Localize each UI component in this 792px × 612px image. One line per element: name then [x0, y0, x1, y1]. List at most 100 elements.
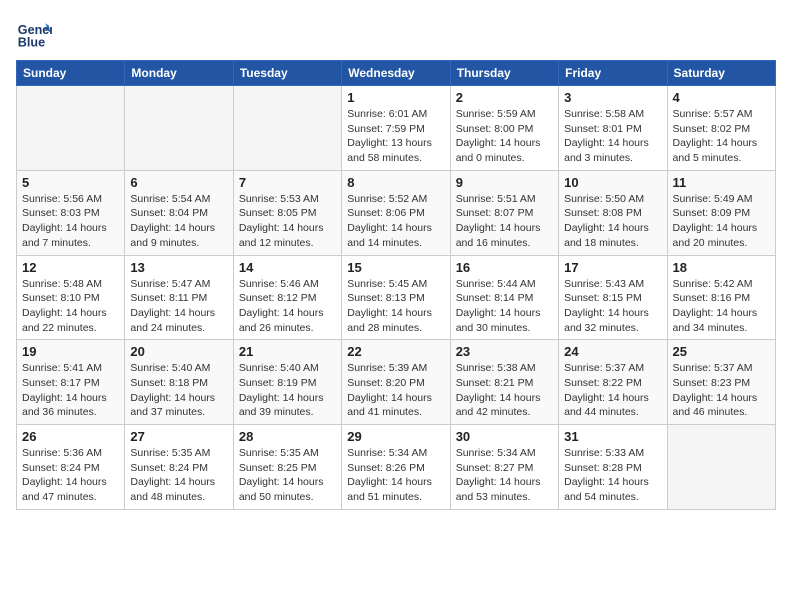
- calendar-cell: 2 Sunrise: 5:59 AM Sunset: 8:00 PM Daylig…: [450, 86, 558, 171]
- day-info: Sunrise: 5:37 AM Sunset: 8:23 PM Dayligh…: [673, 361, 770, 420]
- calendar-cell: 31Sunrise: 5:33 AM Sunset: 8:28 PM Dayli…: [559, 425, 667, 510]
- calendar-cell: 22 Sunrise: 5:39 AM Sunset: 8:20 PM Dayli…: [342, 340, 450, 425]
- calendar-cell: 6 Sunrise: 5:54 AM Sunset: 8:04 PM Daylig…: [125, 170, 233, 255]
- day-info: Sunrise: 6:01 AM Sunset: 7:59 PM Dayligh…: [347, 107, 444, 166]
- calendar-cell: [233, 86, 341, 171]
- day-info: Sunrise: 5:35 AM Sunset: 8:24 PM Dayligh…: [130, 446, 227, 505]
- calendar-cell: 28 Sunrise: 5:35 AM Sunset: 8:25 PM Dayli…: [233, 425, 341, 510]
- day-info: Sunrise: 5:42 AM Sunset: 8:16 PM Dayligh…: [673, 277, 770, 336]
- day-info: Sunrise: 5:35 AM Sunset: 8:25 PM Dayligh…: [239, 446, 336, 505]
- day-info: Sunrise: 5:47 AM Sunset: 8:11 PM Dayligh…: [130, 277, 227, 336]
- day-info: Sunrise: 5:37 AM Sunset: 8:22 PM Dayligh…: [564, 361, 661, 420]
- weekday-header-row: SundayMondayTuesdayWednesdayThursdayFrid…: [17, 61, 776, 86]
- calendar-cell: 16 Sunrise: 5:44 AM Sunset: 8:14 PM Dayli…: [450, 255, 558, 340]
- day-number: 28: [239, 429, 336, 444]
- day-number: 7: [239, 175, 336, 190]
- page-header: General Blue: [16, 16, 776, 52]
- day-info: Sunrise: 5:57 AM Sunset: 8:02 PM Dayligh…: [673, 107, 770, 166]
- day-number: 31: [564, 429, 661, 444]
- calendar-cell: 26 Sunrise: 5:36 AM Sunset: 8:24 PM Dayli…: [17, 425, 125, 510]
- day-number: 3: [564, 90, 661, 105]
- day-info: Sunrise: 5:56 AM Sunset: 8:03 PM Dayligh…: [22, 192, 119, 251]
- day-number: 1: [347, 90, 444, 105]
- calendar-cell: 27 Sunrise: 5:35 AM Sunset: 8:24 PM Dayli…: [125, 425, 233, 510]
- calendar-cell: 15Sunrise: 5:45 AM Sunset: 8:13 PM Dayli…: [342, 255, 450, 340]
- svg-text:Blue: Blue: [18, 36, 45, 50]
- calendar-week-row: 19 Sunrise: 5:41 AM Sunset: 8:17 PM Dayli…: [17, 340, 776, 425]
- calendar-cell: 10 Sunrise: 5:50 AM Sunset: 8:08 PM Dayli…: [559, 170, 667, 255]
- calendar-week-row: 1 Sunrise: 6:01 AM Sunset: 7:59 PM Daylig…: [17, 86, 776, 171]
- day-info: Sunrise: 5:50 AM Sunset: 8:08 PM Dayligh…: [564, 192, 661, 251]
- calendar-cell: 30 Sunrise: 5:34 AM Sunset: 8:27 PM Dayli…: [450, 425, 558, 510]
- calendar-week-row: 5 Sunrise: 5:56 AM Sunset: 8:03 PM Daylig…: [17, 170, 776, 255]
- day-number: 2: [456, 90, 553, 105]
- weekday-header: Saturday: [667, 61, 775, 86]
- day-number: 30: [456, 429, 553, 444]
- day-number: 17: [564, 260, 661, 275]
- day-info: Sunrise: 5:53 AM Sunset: 8:05 PM Dayligh…: [239, 192, 336, 251]
- weekday-header: Thursday: [450, 61, 558, 86]
- day-number: 10: [564, 175, 661, 190]
- day-info: Sunrise: 5:44 AM Sunset: 8:14 PM Dayligh…: [456, 277, 553, 336]
- calendar-cell: 4 Sunrise: 5:57 AM Sunset: 8:02 PM Daylig…: [667, 86, 775, 171]
- calendar-cell: 11Sunrise: 5:49 AM Sunset: 8:09 PM Dayli…: [667, 170, 775, 255]
- calendar-cell: 5 Sunrise: 5:56 AM Sunset: 8:03 PM Daylig…: [17, 170, 125, 255]
- day-info: Sunrise: 5:59 AM Sunset: 8:00 PM Dayligh…: [456, 107, 553, 166]
- day-info: Sunrise: 5:40 AM Sunset: 8:19 PM Dayligh…: [239, 361, 336, 420]
- weekday-header: Sunday: [17, 61, 125, 86]
- day-info: Sunrise: 5:54 AM Sunset: 8:04 PM Dayligh…: [130, 192, 227, 251]
- day-number: 6: [130, 175, 227, 190]
- day-info: Sunrise: 5:36 AM Sunset: 8:24 PM Dayligh…: [22, 446, 119, 505]
- day-number: 23: [456, 344, 553, 359]
- day-number: 14: [239, 260, 336, 275]
- calendar-week-row: 12 Sunrise: 5:48 AM Sunset: 8:10 PM Dayli…: [17, 255, 776, 340]
- day-info: Sunrise: 5:41 AM Sunset: 8:17 PM Dayligh…: [22, 361, 119, 420]
- day-number: 22: [347, 344, 444, 359]
- logo-icon: General Blue: [16, 16, 52, 52]
- calendar-cell: 14 Sunrise: 5:46 AM Sunset: 8:12 PM Dayli…: [233, 255, 341, 340]
- day-number: 5: [22, 175, 119, 190]
- calendar-cell: 20Sunrise: 5:40 AM Sunset: 8:18 PM Dayli…: [125, 340, 233, 425]
- day-info: Sunrise: 5:38 AM Sunset: 8:21 PM Dayligh…: [456, 361, 553, 420]
- day-number: 11: [673, 175, 770, 190]
- calendar-cell: 17 Sunrise: 5:43 AM Sunset: 8:15 PM Dayli…: [559, 255, 667, 340]
- calendar-week-row: 26 Sunrise: 5:36 AM Sunset: 8:24 PM Dayli…: [17, 425, 776, 510]
- day-info: Sunrise: 5:34 AM Sunset: 8:26 PM Dayligh…: [347, 446, 444, 505]
- day-info: Sunrise: 5:43 AM Sunset: 8:15 PM Dayligh…: [564, 277, 661, 336]
- calendar-table: SundayMondayTuesdayWednesdayThursdayFrid…: [16, 60, 776, 510]
- day-number: 13: [130, 260, 227, 275]
- day-number: 9: [456, 175, 553, 190]
- calendar-cell: [125, 86, 233, 171]
- day-info: Sunrise: 5:40 AM Sunset: 8:18 PM Dayligh…: [130, 361, 227, 420]
- calendar-cell: 1 Sunrise: 6:01 AM Sunset: 7:59 PM Daylig…: [342, 86, 450, 171]
- day-number: 25: [673, 344, 770, 359]
- day-number: 15: [347, 260, 444, 275]
- weekday-header: Monday: [125, 61, 233, 86]
- day-number: 16: [456, 260, 553, 275]
- calendar-cell: 9Sunrise: 5:51 AM Sunset: 8:07 PM Daylig…: [450, 170, 558, 255]
- calendar-cell: 23 Sunrise: 5:38 AM Sunset: 8:21 PM Dayli…: [450, 340, 558, 425]
- calendar-cell: 3 Sunrise: 5:58 AM Sunset: 8:01 PM Daylig…: [559, 86, 667, 171]
- day-info: Sunrise: 5:52 AM Sunset: 8:06 PM Dayligh…: [347, 192, 444, 251]
- day-number: 4: [673, 90, 770, 105]
- day-number: 18: [673, 260, 770, 275]
- calendar-cell: 19 Sunrise: 5:41 AM Sunset: 8:17 PM Dayli…: [17, 340, 125, 425]
- weekday-header: Friday: [559, 61, 667, 86]
- weekday-header: Wednesday: [342, 61, 450, 86]
- calendar-cell: 18 Sunrise: 5:42 AM Sunset: 8:16 PM Dayli…: [667, 255, 775, 340]
- day-number: 21: [239, 344, 336, 359]
- day-number: 12: [22, 260, 119, 275]
- day-info: Sunrise: 5:39 AM Sunset: 8:20 PM Dayligh…: [347, 361, 444, 420]
- calendar-cell: 8 Sunrise: 5:52 AM Sunset: 8:06 PM Daylig…: [342, 170, 450, 255]
- day-number: 27: [130, 429, 227, 444]
- day-info: Sunrise: 5:46 AM Sunset: 8:12 PM Dayligh…: [239, 277, 336, 336]
- day-number: 8: [347, 175, 444, 190]
- day-info: Sunrise: 5:58 AM Sunset: 8:01 PM Dayligh…: [564, 107, 661, 166]
- day-number: 19: [22, 344, 119, 359]
- day-info: Sunrise: 5:34 AM Sunset: 8:27 PM Dayligh…: [456, 446, 553, 505]
- calendar-cell: [667, 425, 775, 510]
- calendar-cell: 21 Sunrise: 5:40 AM Sunset: 8:19 PM Dayli…: [233, 340, 341, 425]
- day-number: 26: [22, 429, 119, 444]
- day-info: Sunrise: 5:48 AM Sunset: 8:10 PM Dayligh…: [22, 277, 119, 336]
- calendar-cell: 29Sunrise: 5:34 AM Sunset: 8:26 PM Dayli…: [342, 425, 450, 510]
